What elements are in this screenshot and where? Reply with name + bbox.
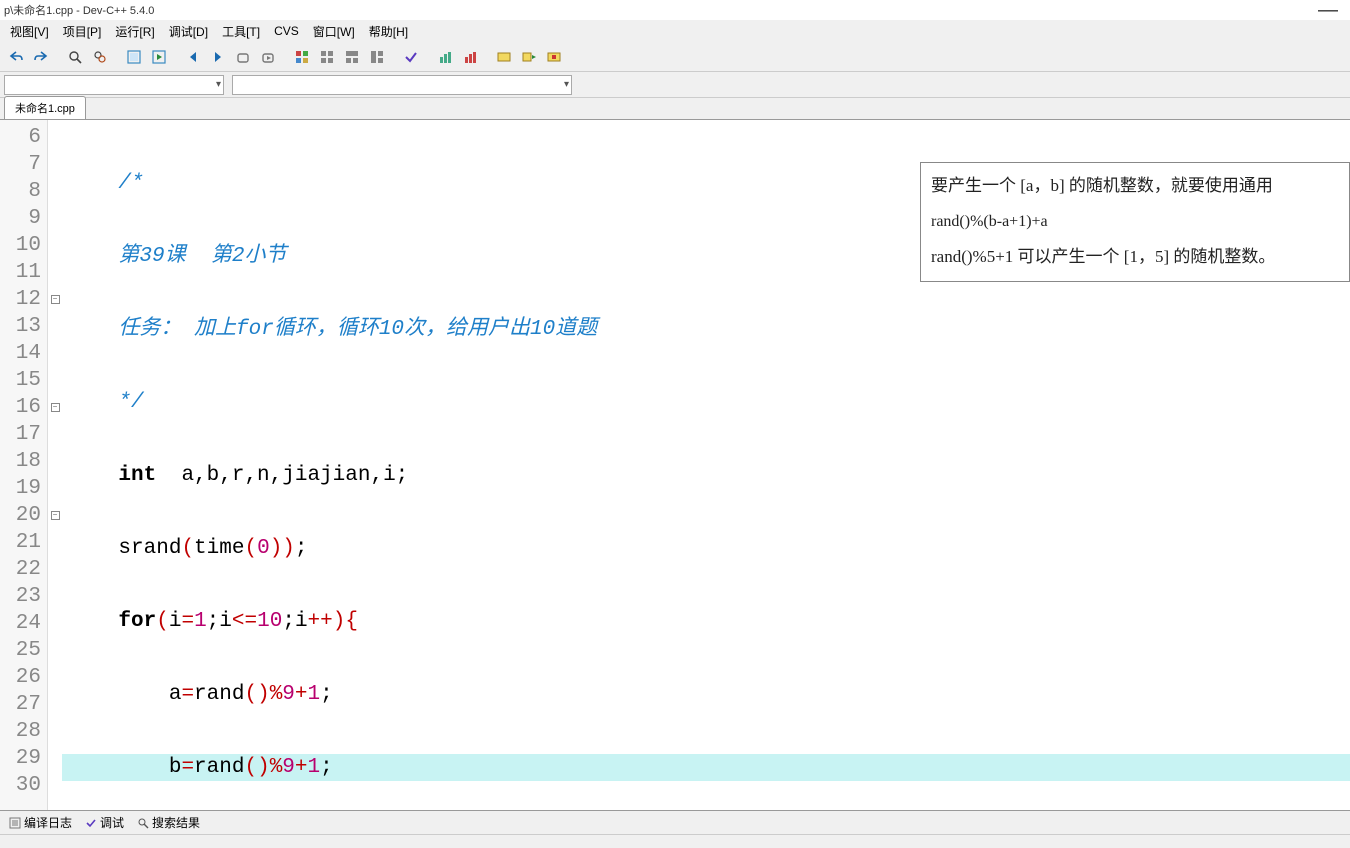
menu-cvs[interactable]: CVS xyxy=(268,22,305,40)
grid1-button[interactable] xyxy=(290,45,314,69)
menu-project[interactable]: 项目[P] xyxy=(57,21,108,42)
overlay-line3: rand()%5+1 可以产生一个 [1，5] 的随机整数。 xyxy=(931,242,1339,273)
file-tab-bar: 未命名1.cpp xyxy=(0,98,1350,120)
menu-tools[interactable]: 工具[T] xyxy=(216,21,266,42)
run-button[interactable] xyxy=(147,45,171,69)
status-debug[interactable]: 调试 xyxy=(80,812,128,833)
check-button[interactable] xyxy=(399,45,423,69)
toolbar xyxy=(0,42,1350,72)
replace-button[interactable] xyxy=(88,45,112,69)
title-bar: p\未命名1.cpp - Dev-C++ 5.4.0 — xyxy=(0,0,1350,20)
compile-button[interactable] xyxy=(122,45,146,69)
fold-column: −−− xyxy=(48,120,62,810)
grid4-button[interactable] xyxy=(365,45,389,69)
grid2-button[interactable] xyxy=(315,45,339,69)
window-title: p\未命名1.cpp - Dev-C++ 5.4.0 xyxy=(4,2,154,18)
menu-run[interactable]: 运行[R] xyxy=(109,21,160,42)
debug-start-button[interactable] xyxy=(492,45,516,69)
nav-back-button[interactable] xyxy=(181,45,205,69)
menu-debug[interactable]: 调试[D] xyxy=(163,21,214,42)
overlay-line2: rand()%(b-a+1)+a xyxy=(931,208,1339,237)
config-dropdown[interactable]: ▾ xyxy=(4,75,224,95)
compiler-dropdown[interactable]: ▾ xyxy=(232,75,572,95)
undo-button[interactable] xyxy=(4,45,28,69)
nav-forward-button[interactable] xyxy=(206,45,230,69)
debug-step-button[interactable] xyxy=(517,45,541,69)
overlay-line1: 要产生一个 [a，b] 的随机整数，就要使用通用 xyxy=(931,171,1339,202)
code-editor[interactable]: 6789101112131415161718192021222324252627… xyxy=(0,120,1350,810)
search-icon xyxy=(136,816,149,829)
dropdown-row: ▾ ▾ xyxy=(0,72,1350,98)
menu-help[interactable]: 帮助[H] xyxy=(363,21,414,42)
file-tab[interactable]: 未命名1.cpp xyxy=(4,96,86,119)
check-icon xyxy=(84,816,97,829)
bottom-panel xyxy=(0,834,1350,848)
bookmark-toggle-button[interactable] xyxy=(231,45,255,69)
menu-window[interactable]: 窗口[W] xyxy=(307,21,361,42)
log-icon xyxy=(8,816,21,829)
grid3-button[interactable] xyxy=(340,45,364,69)
status-compile-log[interactable]: 编译日志 xyxy=(4,812,76,833)
debug-stop-button[interactable] xyxy=(542,45,566,69)
status-bar: 编译日志 调试 搜索结果 xyxy=(0,810,1350,834)
menu-bar: 视图[V] 项目[P] 运行[R] 调试[D] 工具[T] CVS 窗口[W] … xyxy=(0,20,1350,42)
line-gutter: 6789101112131415161718192021222324252627… xyxy=(0,120,48,810)
status-search[interactable]: 搜索结果 xyxy=(132,812,204,833)
menu-view[interactable]: 视图[V] xyxy=(4,21,55,42)
bookmark-next-button[interactable] xyxy=(256,45,280,69)
help-overlay: 要产生一个 [a，b] 的随机整数，就要使用通用 rand()%(b-a+1)+… xyxy=(920,162,1350,282)
minimize-button[interactable]: — xyxy=(1310,0,1346,22)
redo-button[interactable] xyxy=(29,45,53,69)
find-button[interactable] xyxy=(63,45,87,69)
chart2-button[interactable] xyxy=(458,45,482,69)
chart1-button[interactable] xyxy=(433,45,457,69)
